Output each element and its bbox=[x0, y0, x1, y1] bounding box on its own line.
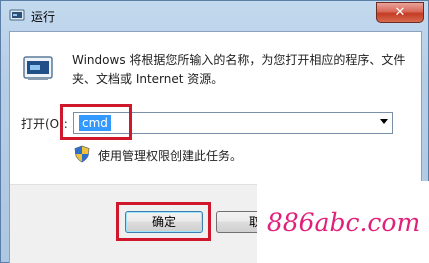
window-title: 运行 bbox=[31, 10, 56, 24]
run-program-icon bbox=[22, 54, 54, 82]
title-bar[interactable]: 运行 ✕ bbox=[1, 1, 428, 31]
dropdown-arrow-icon[interactable] bbox=[380, 119, 388, 124]
admin-note: 使用管理权限创建此任务。 bbox=[98, 149, 243, 163]
run-dialog-window: 运行 ✕ Windows 将根据您所输入的名称，为您打开相应的程序、文件夹、文档… bbox=[0, 0, 429, 263]
command-highlight-box bbox=[60, 104, 132, 140]
admin-shield-icon bbox=[74, 145, 90, 163]
run-icon bbox=[9, 7, 25, 23]
close-button[interactable]: ✕ bbox=[376, 2, 424, 23]
close-icon: ✕ bbox=[394, 5, 406, 20]
ok-highlight-box bbox=[116, 202, 211, 241]
run-description: Windows 将根据您所输入的名称，为您打开相应的程序、文件夹、文档或 Int… bbox=[72, 53, 406, 86]
watermark: 886abc.com bbox=[257, 181, 429, 263]
